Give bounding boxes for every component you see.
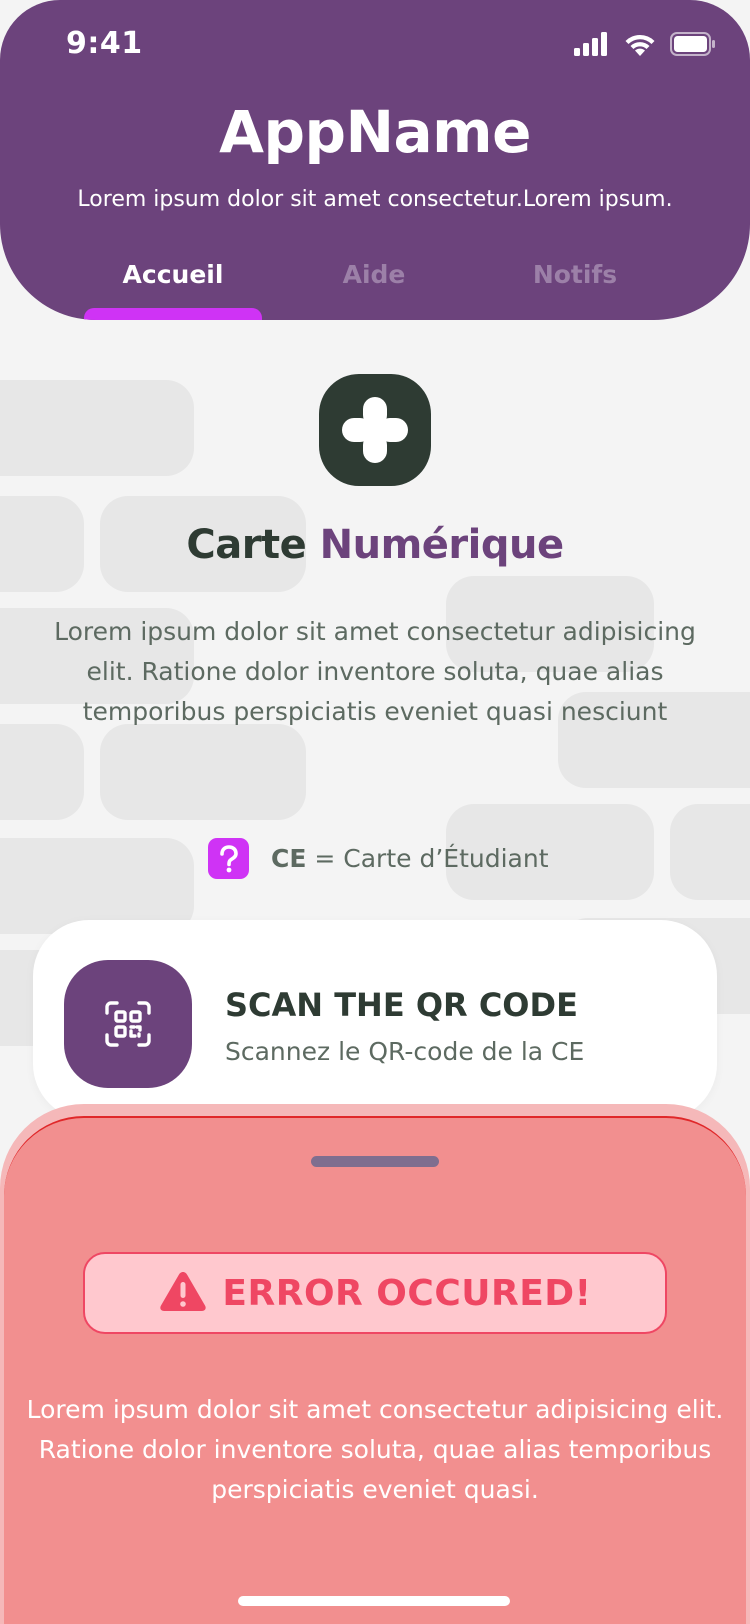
tab-aide[interactable]: Aide xyxy=(274,260,474,289)
status-time: 9:41 xyxy=(66,26,143,61)
tab-accueil[interactable]: Accueil xyxy=(73,260,273,289)
bg-pattern-block xyxy=(0,380,194,476)
status-icons xyxy=(574,32,716,60)
scan-qr-card[interactable]: SCAN THE QR CODE Scannez le QR-code de l… xyxy=(33,920,717,1120)
cellular-signal-icon xyxy=(574,32,610,60)
sheet-drag-handle[interactable] xyxy=(311,1156,439,1167)
page-title-part1: Carte xyxy=(186,522,320,568)
ce-hint: CE = Carte d’Étudiant xyxy=(208,838,549,879)
error-bottom-sheet: ERROR OCCURED! Lorem ipsum dolor sit ame… xyxy=(4,1116,746,1624)
wifi-icon xyxy=(624,32,656,60)
qr-scan-icon xyxy=(64,960,192,1088)
active-tab-indicator xyxy=(84,308,262,320)
hint-text: CE = Carte d’Étudiant xyxy=(271,844,549,873)
page-title: Carte Numérique xyxy=(0,522,750,568)
page-description: Lorem ipsum dolor sit amet consectetur a… xyxy=(54,617,696,726)
battery-icon xyxy=(670,32,716,60)
home-indicator[interactable] xyxy=(238,1596,510,1606)
tab-notifs[interactable]: Notifs xyxy=(475,260,675,289)
hint-definition: = Carte d’Étudiant xyxy=(306,844,549,873)
app-header: 9:41 AppName Lorem ipsum dolor sit amet … xyxy=(0,0,750,320)
header-subtitle: Lorem ipsum dolor sit amet consectetur.L… xyxy=(77,187,673,212)
hint-abbr: CE xyxy=(271,844,307,873)
scan-card-title: SCAN THE QR CODE xyxy=(225,986,578,1024)
bg-pattern-block xyxy=(100,724,306,820)
plus-petal-icon xyxy=(319,374,431,486)
tab-bar: Accueil Aide Notifs xyxy=(0,258,750,320)
error-badge: ERROR OCCURED! xyxy=(83,1252,667,1334)
page-title-accent: Numérique xyxy=(319,522,564,568)
question-mark-icon[interactable] xyxy=(208,838,249,879)
app-name: AppName xyxy=(219,98,531,166)
bg-pattern-block xyxy=(0,724,84,820)
scan-card-subtitle: Scannez le QR-code de la CE xyxy=(225,1037,585,1066)
app-screen: 9:41 AppName Lorem ipsum dolor sit amet … xyxy=(0,0,750,1624)
error-description: Lorem ipsum dolor sit amet consectetur a… xyxy=(26,1395,724,1504)
bg-pattern-block xyxy=(670,804,750,900)
warning-triangle-icon xyxy=(158,1269,208,1317)
error-label: ERROR OCCURED! xyxy=(222,1272,592,1314)
